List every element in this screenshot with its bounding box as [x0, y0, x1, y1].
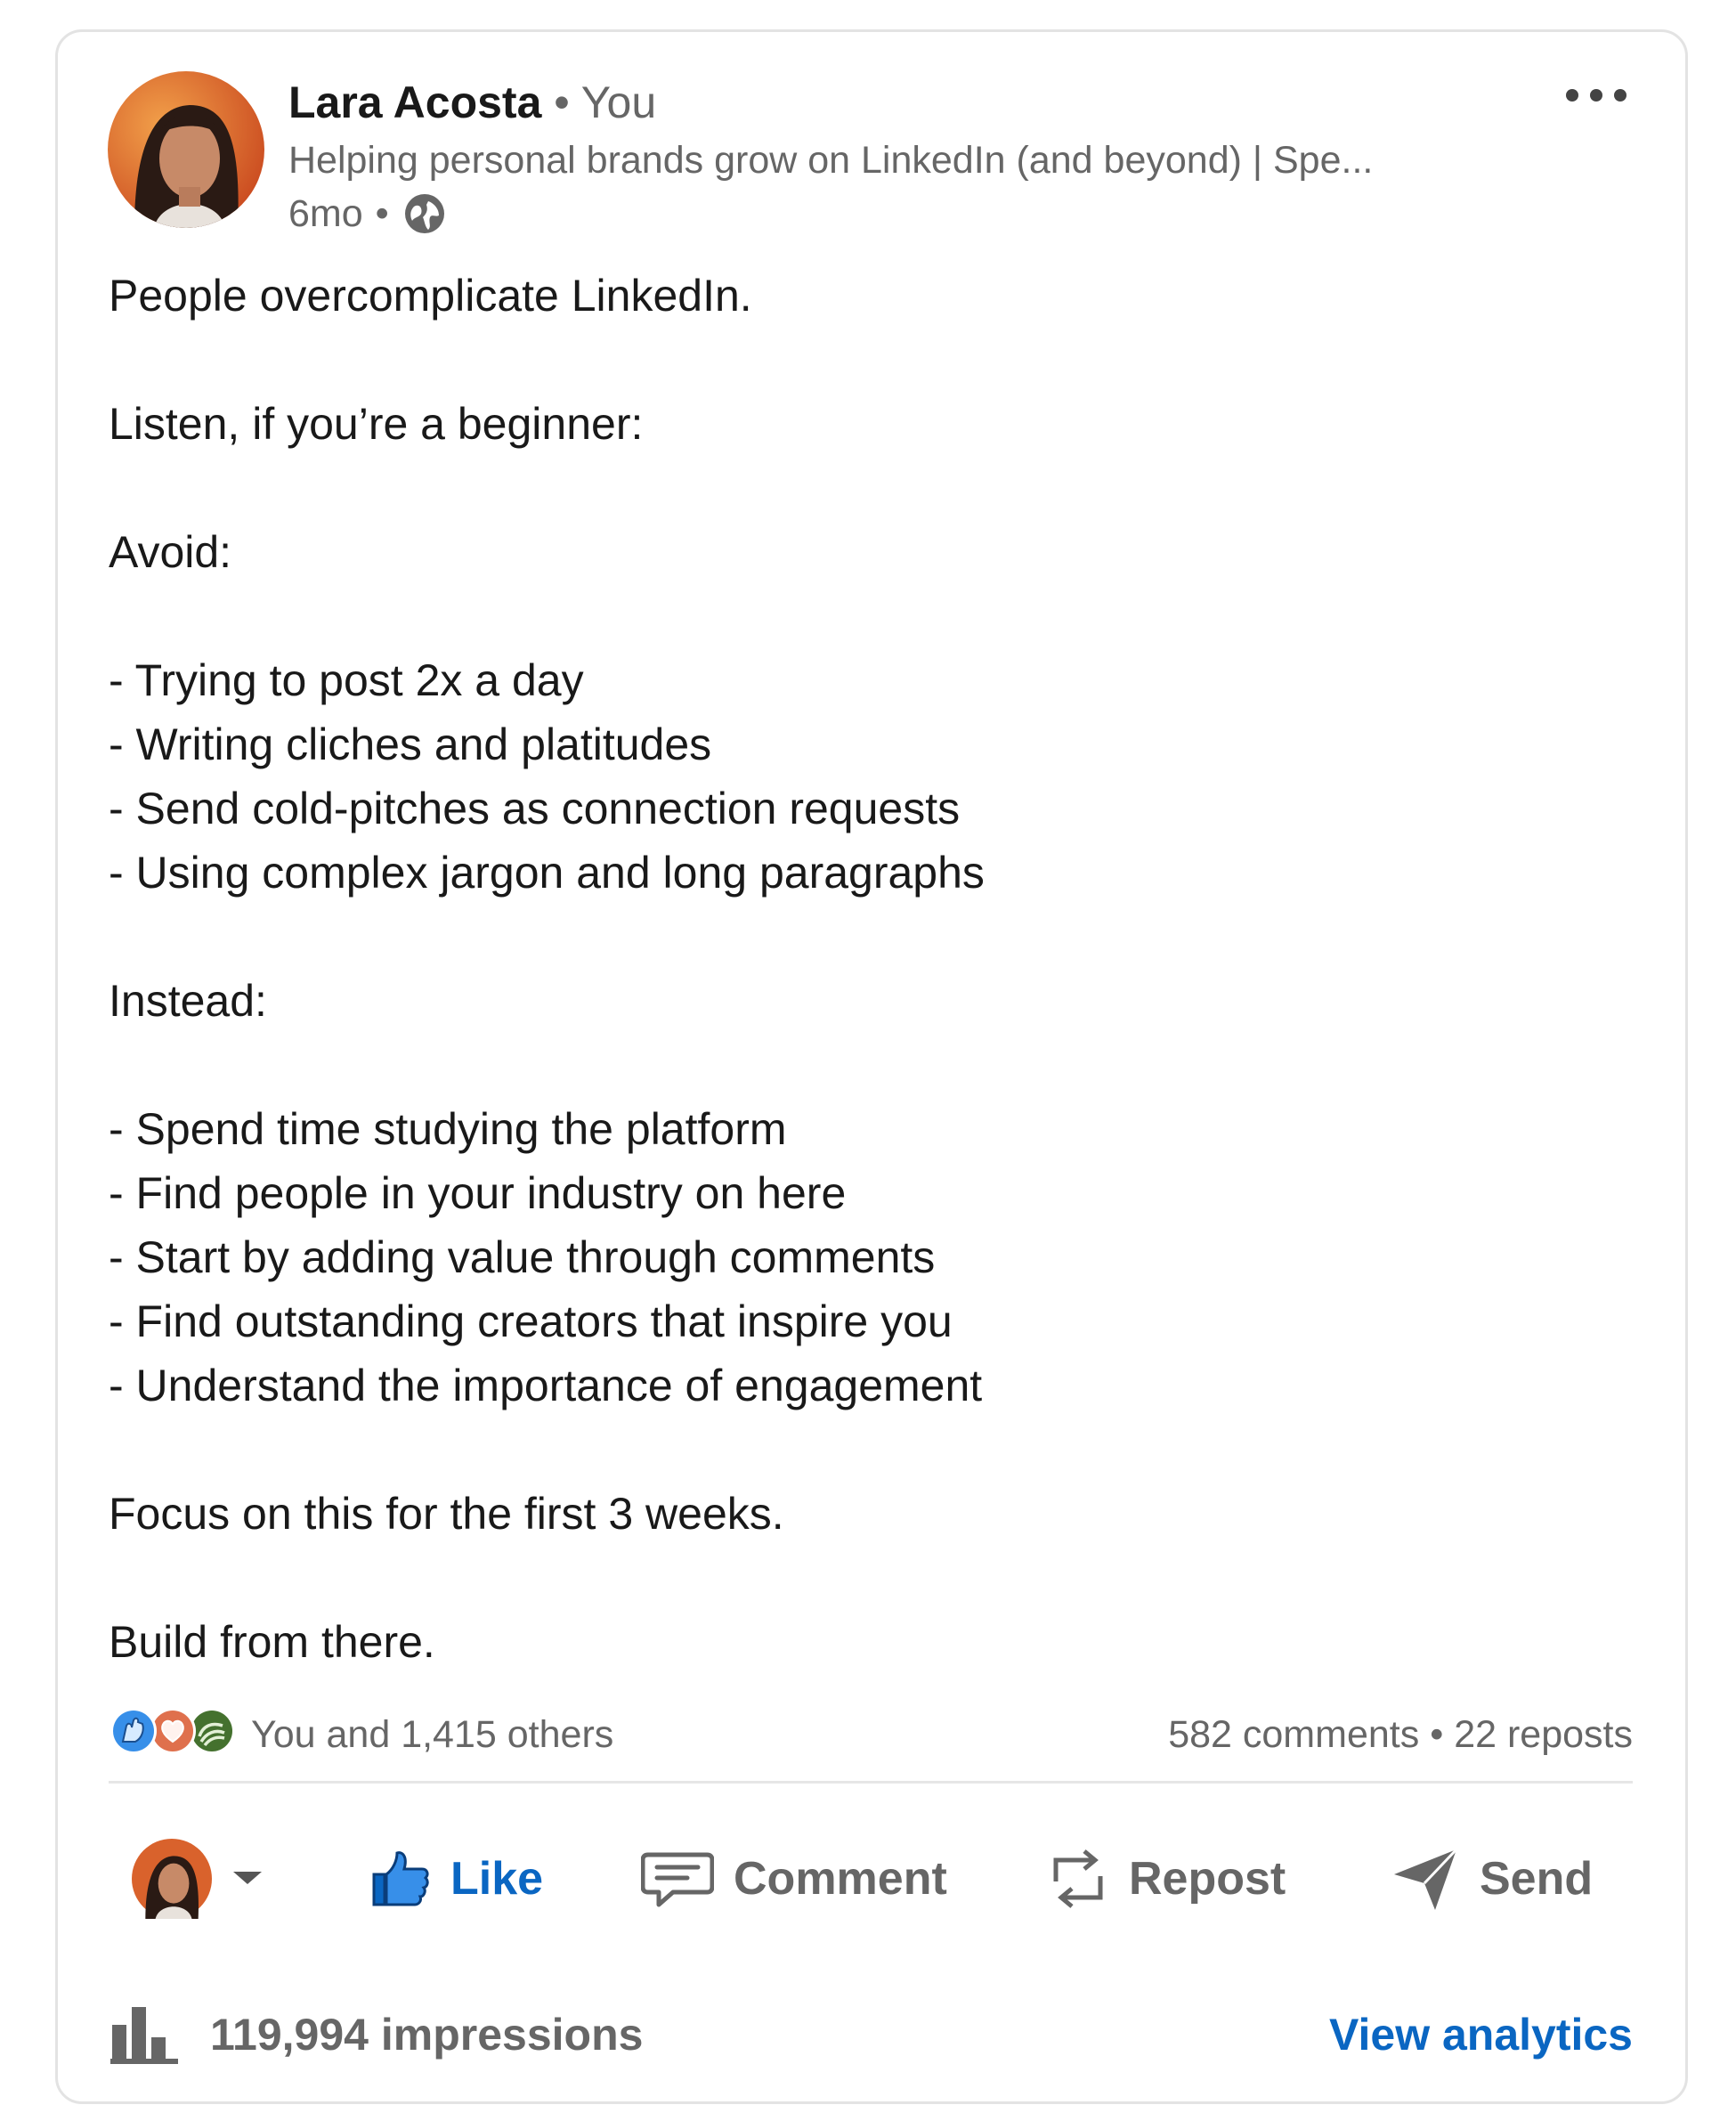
more-horizontal-icon [1566, 89, 1626, 102]
post-line [109, 584, 1622, 648]
reposts-count[interactable]: 22 reposts [1454, 1713, 1633, 1756]
post-line: - Find outstanding creators that inspire… [109, 1296, 953, 1346]
comments-count[interactable]: 582 comments [1168, 1713, 1419, 1756]
post-line: Build from there. [109, 1617, 435, 1667]
more-options-button[interactable] [1560, 80, 1633, 110]
author-name[interactable]: Lara Acosta [288, 77, 541, 127]
analytics-row: 119,994 impressions View analytics [109, 1999, 1633, 2070]
post-line [109, 456, 1622, 520]
impressions-count: 119,994 impressions [210, 2010, 644, 2060]
send-icon [1391, 1844, 1460, 1914]
thumbs-up-icon [369, 1848, 431, 1910]
send-label: Send [1480, 1853, 1594, 1905]
separator-dot: • [554, 77, 581, 127]
post-line: - Trying to post 2x a day [109, 655, 584, 705]
repost-label: Repost [1129, 1853, 1286, 1905]
post-line [109, 905, 1622, 969]
separator-dot: • [375, 191, 389, 235]
comment-button[interactable]: Comment [641, 1825, 947, 1932]
author-avatar[interactable] [108, 71, 264, 228]
action-bar: Like Comment Repost Send [109, 1825, 1633, 1932]
separator-dot: • [1430, 1713, 1455, 1756]
post-line: - Start by adding value through comments [109, 1232, 936, 1282]
post-time: 6mo [288, 191, 363, 235]
like-button[interactable]: Like [369, 1825, 543, 1932]
post-line: Focus on this for the first 3 weeks. [109, 1489, 784, 1539]
repost-button[interactable]: Repost [1047, 1825, 1286, 1932]
repost-icon [1047, 1842, 1109, 1915]
reaction-summary[interactable]: You and 1,415 others [251, 1713, 613, 1757]
author-headline: Helping personal brands grow on LinkedIn… [288, 139, 1374, 182]
comment-label: Comment [734, 1853, 947, 1905]
divider [109, 1781, 1633, 1784]
post-line: Instead: [109, 976, 267, 1026]
actor-avatar [132, 1839, 212, 1919]
post-line: - Send cold-pitches as connection reques… [109, 784, 961, 833]
post-line: People overcomplicate LinkedIn. [109, 271, 752, 321]
chevron-down-icon [231, 1870, 264, 1888]
like-label: Like [450, 1853, 544, 1905]
impressions[interactable]: 119,994 impressions [109, 1999, 643, 2070]
author-relation: You [580, 77, 657, 127]
reaction-icons[interactable] [109, 1706, 237, 1756]
comments-reposts-counts: 582 comments • 22 reposts [1168, 1713, 1633, 1757]
post-line: Avoid: [109, 527, 232, 577]
celebrate-icon [110, 1708, 157, 1754]
post-line [109, 1033, 1622, 1097]
view-analytics-link[interactable]: View analytics [1329, 1999, 1633, 2070]
globe-icon [402, 191, 448, 237]
social-counts-row: You and 1,415 others 582 comments • 22 r… [109, 1701, 1633, 1763]
post-meta: 6mo • [288, 191, 448, 237]
post-line: - Understand the importance of engagemen… [109, 1361, 983, 1410]
post-line: Listen, if you’re a beginner: [109, 399, 644, 449]
post-line [109, 1418, 1622, 1482]
post-line [109, 328, 1622, 392]
post-line: - Spend time studying the platform [109, 1104, 787, 1154]
post-line: - Writing cliches and platitudes [109, 719, 712, 769]
react-as-selector[interactable] [132, 1825, 264, 1932]
post-line [109, 1546, 1622, 1610]
post-line: - Using complex jargon and long paragrap… [109, 848, 985, 898]
send-button[interactable]: Send [1391, 1825, 1593, 1932]
post-body: People overcomplicate LinkedIn. Listen, … [109, 264, 1622, 1674]
post-line: - Find people in your industry on here [109, 1168, 847, 1218]
bar-chart-icon [109, 2003, 180, 2066]
author-name-line[interactable]: Lara Acosta • You [288, 77, 656, 128]
comment-icon [641, 1848, 714, 1910]
